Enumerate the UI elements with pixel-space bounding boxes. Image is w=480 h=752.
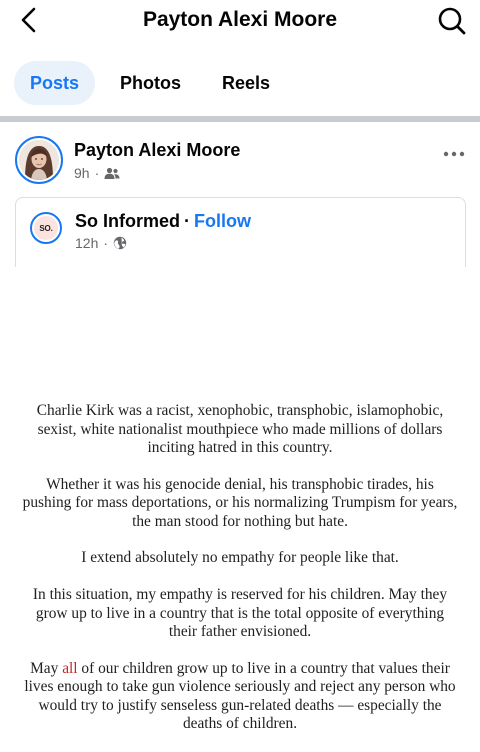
globe-icon	[113, 236, 127, 250]
post-paragraph-2: Whether it was his genocide denial, his …	[22, 475, 458, 530]
source-logo[interactable]: SO.	[30, 212, 62, 244]
source-meta: 12h ·	[75, 235, 127, 251]
profile-tabs: Posts Photos Reels	[14, 61, 295, 105]
paragraph-5-end: of our children grow up to live in a cou…	[24, 659, 456, 733]
post-author-name[interactable]: Payton Alexi Moore	[74, 140, 240, 161]
more-options-button[interactable]	[442, 146, 466, 157]
post-time: 9h	[74, 165, 90, 181]
shared-post-card[interactable]: SO. So Informed · Follow 12h ·	[15, 197, 466, 267]
more-horizontal-icon	[443, 151, 465, 157]
follow-button[interactable]: Follow	[194, 211, 251, 231]
source-name-line: So Informed · Follow	[75, 211, 251, 232]
avatar-image	[19, 140, 59, 180]
post-paragraph-1: Charlie Kirk was a racist, xenophobic, t…	[36, 402, 444, 456]
search-button[interactable]	[437, 6, 467, 36]
post-header: Payton Alexi Moore 9h ·	[0, 130, 480, 190]
tab-reels[interactable]: Reels	[206, 61, 286, 105]
highlighted-word: all	[62, 659, 78, 677]
post-paragraph-5: May all of our children grow up to live …	[22, 660, 458, 734]
post-paragraph-3: I extend absolutely no empathy for peopl…	[81, 549, 399, 567]
source-meta-separator: ·	[103, 235, 109, 251]
section-divider	[0, 116, 480, 122]
source-logo-text: SO.	[34, 216, 58, 240]
source-time: 12h	[75, 235, 99, 251]
author-avatar[interactable]	[15, 136, 63, 184]
paragraph-5-start: May	[30, 659, 63, 677]
page-title: Payton Alexi Moore	[142, 8, 338, 31]
post-body: Charlie Kirk was a racist, xenophobic, t…	[22, 402, 458, 752]
friends-icon	[104, 167, 120, 179]
post-meta: 9h ·	[74, 165, 120, 181]
source-name[interactable]: So Informed	[75, 211, 180, 231]
post-paragraph-4: In this situation, my empathy is reserve…	[32, 586, 448, 641]
tab-posts[interactable]: Posts	[14, 61, 96, 105]
meta-separator: ·	[94, 165, 100, 181]
search-icon	[438, 7, 466, 35]
tab-photos[interactable]: Photos	[104, 61, 197, 105]
source-separator: ·	[184, 211, 191, 231]
top-bar: Payton Alexi Moore	[0, 0, 480, 42]
